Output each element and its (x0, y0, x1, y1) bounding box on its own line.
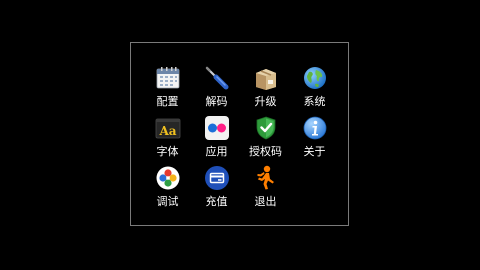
menu-item-upgrade[interactable]: 升级 (241, 63, 290, 113)
menu-item-decode[interactable]: 解码 (192, 63, 241, 113)
menu-item-recharge[interactable]: 充值 (192, 163, 241, 213)
shield-check-icon (253, 115, 279, 141)
menu-item-label: 解码 (205, 95, 228, 108)
menu-item-label: 调试 (156, 195, 179, 208)
menu-item-label: 系统 (303, 95, 326, 108)
menu-item-label: 配置 (156, 95, 179, 108)
menu-item-font[interactable]: Aa 字体 (143, 113, 192, 163)
screwdriver-icon (204, 65, 230, 91)
font-icon: Aa (155, 115, 181, 141)
calendar-icon (155, 65, 181, 91)
flickr-dots-icon (204, 115, 230, 141)
menu-item-label: 应用 (205, 145, 228, 158)
menu-item-exit[interactable]: 退出 (241, 163, 290, 213)
menu-item-label: 授权码 (249, 145, 282, 158)
menu-item-license[interactable]: 授权码 (241, 113, 290, 163)
menu-item-label: 关于 (303, 145, 326, 158)
colorful-circle-icon (155, 165, 181, 191)
menu-item-label: 退出 (254, 195, 277, 208)
menu-item-debug[interactable]: 调试 (143, 163, 192, 213)
credit-card-icon (204, 165, 230, 191)
package-box-icon (253, 65, 279, 91)
running-man-icon (253, 165, 279, 191)
svg-text:Aa: Aa (158, 124, 176, 138)
info-icon (302, 115, 328, 141)
menu-item-apps[interactable]: 应用 (192, 113, 241, 163)
menu-panel: 配置 解码 升级 系统 Aa 字体 应用 授权码 关于 调试 充值 退出 (130, 42, 349, 226)
menu-grid: 配置 解码 升级 系统 Aa 字体 应用 授权码 关于 调试 充值 退出 (143, 63, 339, 213)
menu-item-label: 升级 (254, 95, 277, 108)
globe-icon (302, 65, 328, 91)
menu-item-config[interactable]: 配置 (143, 63, 192, 113)
screen: 配置 解码 升级 系统 Aa 字体 应用 授权码 关于 调试 充值 退出 (0, 0, 480, 270)
menu-item-label: 字体 (156, 145, 179, 158)
menu-item-label: 充值 (205, 195, 228, 208)
menu-item-system[interactable]: 系统 (290, 63, 339, 113)
menu-item-about[interactable]: 关于 (290, 113, 339, 163)
